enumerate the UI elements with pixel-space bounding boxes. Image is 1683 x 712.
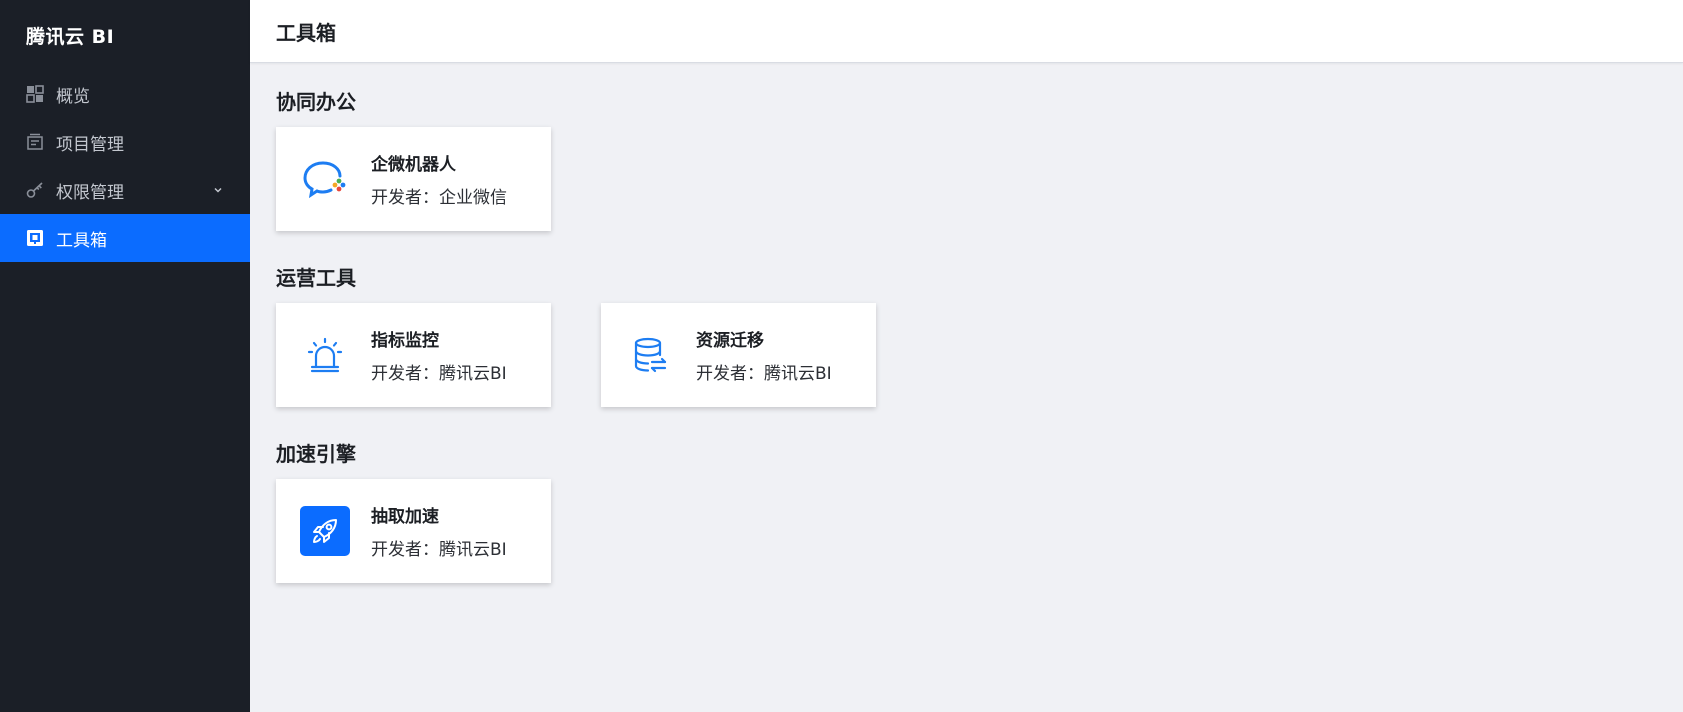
toolbox-content: 协同办公 企微机器人 开发者：企业微信 运营工具 指标监控 开发者：腾讯云BI … [250, 63, 1683, 631]
sidebar-item-label: 权限管理 [56, 182, 124, 203]
card-list: 抽取加速 开发者：腾讯云BI [276, 479, 1657, 583]
brand-logo-text: 腾讯云 BI [26, 25, 115, 48]
chevron-down-icon[interactable] [212, 184, 224, 196]
sidebar-item-overview[interactable]: 概览 [0, 70, 250, 118]
sidebar-item-permissions[interactable]: 权限管理 [0, 166, 250, 214]
card-title: 抽取加速 [371, 507, 439, 527]
alarm-icon [300, 330, 350, 380]
tool-card-metric-monitor[interactable]: 指标监控 开发者：腾讯云BI [276, 303, 551, 407]
section-title-acceleration: 加速引擎 [276, 441, 356, 466]
toolbox-icon [26, 229, 44, 247]
section-title-collaboration: 协同办公 [276, 89, 356, 114]
dashboard-grid-icon [26, 85, 44, 103]
tool-card-extract-acceleration[interactable]: 抽取加速 开发者：腾讯云BI [276, 479, 551, 583]
page-title: 工具箱 [250, 0, 1683, 63]
sidebar: 腾讯云 BI 概览 项目管理 权限管理 工具箱 [0, 0, 250, 712]
tool-card-resource-migration[interactable]: 资源迁移 开发者：腾讯云BI [601, 303, 876, 407]
section-title-operations: 运营工具 [276, 265, 356, 290]
rocket-icon [300, 506, 350, 556]
card-list: 企微机器人 开发者：企业微信 [276, 127, 1657, 231]
card-title: 企微机器人 [371, 155, 456, 175]
sidebar-item-label: 工具箱 [56, 230, 107, 251]
card-list: 指标监控 开发者：腾讯云BI 资源迁移 开发者：腾讯云BI [276, 303, 1657, 407]
sidebar-item-label: 概览 [56, 86, 90, 107]
card-developer: 开发者：腾讯云BI [371, 364, 507, 384]
database-migrate-icon [625, 330, 675, 380]
wecom-robot-icon [300, 154, 350, 204]
card-title: 指标监控 [371, 331, 439, 351]
project-icon [26, 133, 44, 151]
card-title: 资源迁移 [696, 331, 764, 351]
card-developer: 开发者：腾讯云BI [696, 364, 832, 384]
sidebar-item-toolbox[interactable]: 工具箱 [0, 214, 250, 262]
card-developer: 开发者：企业微信 [371, 188, 507, 208]
sidebar-item-projects[interactable]: 项目管理 [0, 118, 250, 166]
app-root: 腾讯云 BI 概览 项目管理 权限管理 工具箱 工具箱 协同办公 企微机器人 开… [0, 0, 1683, 712]
key-icon [26, 181, 44, 199]
main-area: 工具箱 协同办公 企微机器人 开发者：企业微信 运营工具 指标监控 开发者：腾讯… [250, 0, 1683, 712]
tool-card-wecom-robot[interactable]: 企微机器人 开发者：企业微信 [276, 127, 551, 231]
sidebar-item-label: 项目管理 [56, 134, 124, 155]
card-developer: 开发者：腾讯云BI [371, 540, 507, 560]
